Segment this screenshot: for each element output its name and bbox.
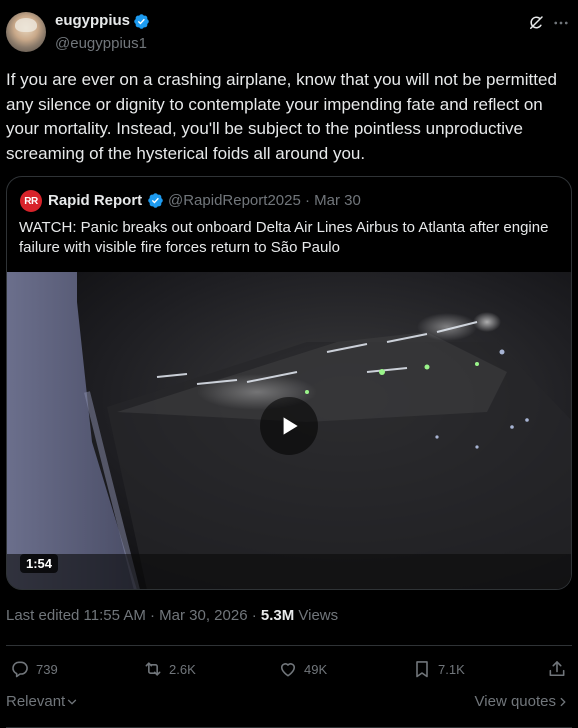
share-button[interactable] bbox=[547, 658, 567, 680]
tweet-text: If you are ever on a crashing airplane, … bbox=[6, 70, 557, 163]
play-button[interactable] bbox=[260, 397, 318, 455]
bookmark-button[interactable]: 7.1K bbox=[412, 658, 465, 680]
chevron-down-icon bbox=[68, 699, 77, 705]
share-icon bbox=[549, 661, 565, 677]
view-quotes-label: View quotes bbox=[474, 693, 556, 710]
author-display-name[interactable]: eugyppius bbox=[55, 12, 130, 29]
verified-badge-icon bbox=[148, 193, 163, 208]
tweet-header: eugyppius @eugyppius1 bbox=[0, 0, 578, 64]
more-options-icon[interactable] bbox=[552, 14, 570, 32]
reply-icon bbox=[12, 661, 28, 678]
like-button[interactable]: 49K bbox=[278, 658, 327, 680]
quote-handle-date[interactable]: @RapidReport2025 · Mar 30 bbox=[168, 192, 361, 209]
sort-dropdown[interactable]: Relevant bbox=[6, 693, 79, 710]
quote-display-name[interactable]: Rapid Report bbox=[48, 192, 142, 209]
views-count: 5.3M bbox=[260, 607, 295, 624]
author-handle[interactable]: @eugyppius1 bbox=[55, 35, 147, 52]
like-count: 49K bbox=[304, 661, 328, 677]
views-label: Views bbox=[294, 607, 339, 624]
bookmark-count: 7.1K bbox=[438, 661, 465, 677]
edited-timestamp[interactable]: Last edited 11:55 AM · Mar 30, 2026 · bbox=[6, 607, 261, 624]
repost-icon bbox=[145, 662, 161, 676]
action-bar: 739 2.6K 49K 7.1K bbox=[0, 646, 578, 690]
video-duration: 1:54 bbox=[20, 554, 59, 573]
repost-button[interactable]: 2.6K bbox=[143, 658, 196, 680]
avatar[interactable] bbox=[6, 12, 46, 52]
quoted-tweet[interactable]: RR Rapid Report @RapidReport2025 · Mar 3… bbox=[6, 176, 572, 590]
repost-count: 2.6K bbox=[169, 661, 196, 677]
replies-footer: Relevant View quotes bbox=[0, 690, 578, 714]
heart-icon bbox=[280, 663, 296, 677]
reply-button[interactable]: 739 bbox=[10, 658, 58, 680]
video-player[interactable]: 1:54 bbox=[7, 272, 571, 589]
quote-text: WATCH: Panic breaks out onboard Delta Ai… bbox=[19, 219, 549, 256]
bookmark-icon bbox=[416, 661, 428, 678]
sort-label: Relevant bbox=[6, 693, 66, 710]
chevron-right-icon bbox=[560, 697, 566, 706]
grok-icon[interactable] bbox=[527, 14, 545, 32]
view-quotes-link[interactable]: View quotes bbox=[475, 693, 570, 710]
tweet-meta: Last edited 11:55 AM · Mar 30, 2026 · 5.… bbox=[6, 607, 338, 624]
verified-badge-icon bbox=[134, 14, 149, 29]
reply-count: 739 bbox=[36, 661, 58, 677]
play-icon bbox=[283, 417, 298, 435]
quote-avatar[interactable]: RR bbox=[20, 190, 42, 212]
